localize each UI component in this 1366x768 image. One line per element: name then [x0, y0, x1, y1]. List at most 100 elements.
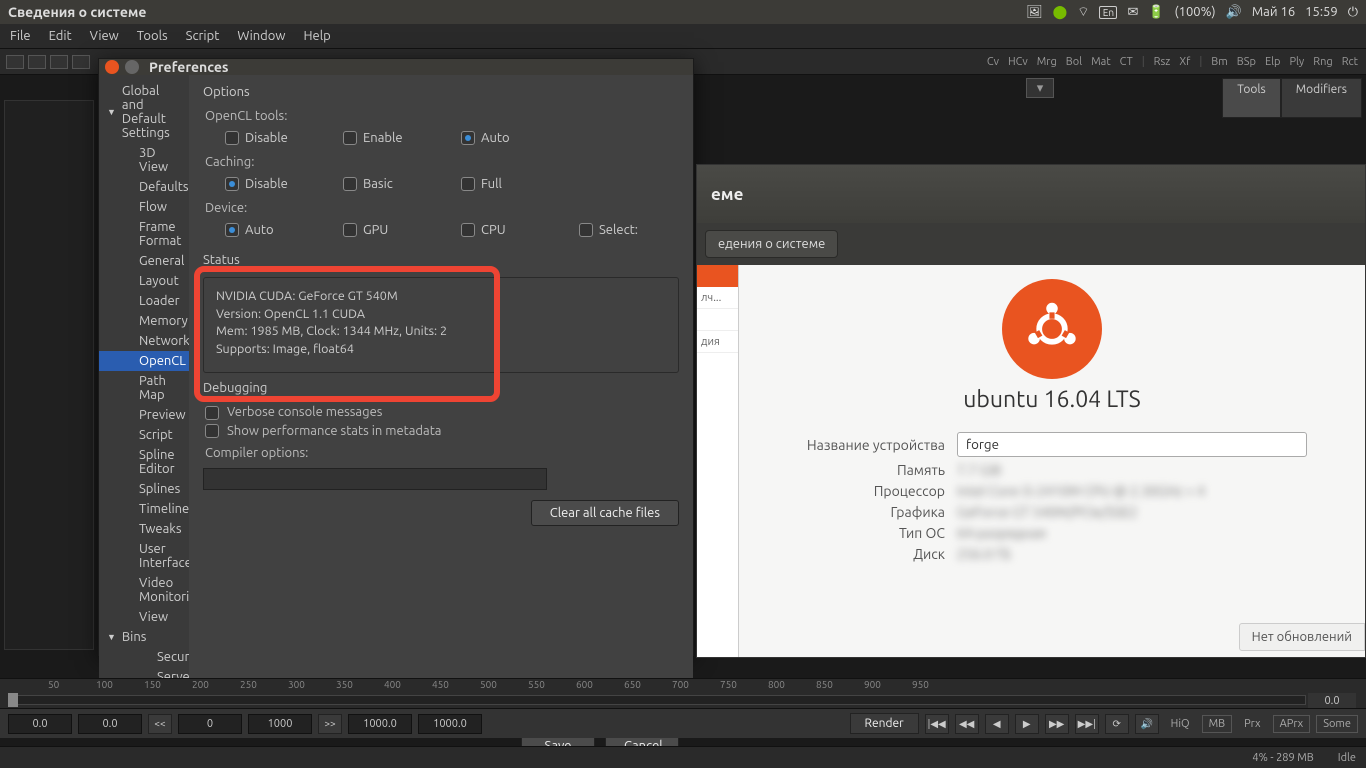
mail-icon[interactable]: ✉: [1127, 5, 1138, 20]
nav-item-view[interactable]: View: [99, 607, 189, 627]
nav-item-layout[interactable]: Layout: [99, 271, 189, 291]
aprx-toggle[interactable]: APrx: [1273, 715, 1311, 733]
volume-icon[interactable]: 🔊: [1226, 5, 1242, 20]
lang-indicator[interactable]: En: [1099, 6, 1117, 19]
hiq-toggle[interactable]: HiQ: [1165, 716, 1196, 732]
nav-item-path-map[interactable]: Path Map: [99, 371, 189, 405]
menu-help[interactable]: Help: [303, 29, 330, 43]
tool-tag[interactable]: Rsz: [1154, 56, 1171, 68]
loop-icon[interactable]: ⟳: [1105, 714, 1129, 734]
nav-item-splines[interactable]: Splines: [99, 479, 189, 499]
layout-icon[interactable]: [50, 55, 68, 69]
tool-tag[interactable]: Rng: [1313, 56, 1332, 68]
layout-icon[interactable]: [28, 55, 46, 69]
frame-field[interactable]: 0.0: [78, 714, 142, 734]
nav-item-network[interactable]: Network: [99, 331, 189, 351]
nav-item-spline-editor[interactable]: Spline Editor: [99, 445, 189, 479]
sysinfo-tab-button[interactable]: едения о системе: [705, 230, 838, 258]
nav-item-preview[interactable]: Preview: [99, 405, 189, 425]
opencl-radio[interactable]: [343, 131, 357, 145]
dropdown-icon[interactable]: ▾: [1026, 78, 1054, 98]
nav-item-loader[interactable]: Loader: [99, 291, 189, 311]
sidebar-row[interactable]: дия: [697, 331, 738, 353]
timeline-track[interactable]: [8, 695, 1306, 705]
sidebar-row[interactable]: [697, 309, 738, 331]
tool-tag[interactable]: Mat: [1091, 56, 1111, 68]
sidebar-row[interactable]: лч...: [697, 287, 738, 309]
range-start-button[interactable]: <<: [148, 714, 172, 734]
nav-item-opencl[interactable]: OpenCL: [99, 351, 189, 371]
menu-window[interactable]: Window: [237, 29, 285, 43]
layout-icon[interactable]: [6, 55, 24, 69]
audio-icon[interactable]: 🔊: [1135, 714, 1159, 734]
nav-item-timeline[interactable]: Timeline: [99, 499, 189, 519]
tab-modifiers[interactable]: Modifiers: [1281, 78, 1362, 118]
compiler-options-input[interactable]: [203, 468, 547, 490]
sidebar-selected[interactable]: [697, 265, 738, 287]
opencl-radio[interactable]: [225, 131, 239, 145]
clear-cache-button[interactable]: Clear all cache files: [531, 500, 679, 526]
tool-tag[interactable]: Ply: [1289, 56, 1304, 68]
play-back-icon[interactable]: ◀: [985, 714, 1009, 734]
range-end-button[interactable]: >>: [318, 714, 342, 734]
timeline[interactable]: 5010015020025030035040045050055060065070…: [0, 678, 1366, 708]
frame-field[interactable]: 1000: [248, 714, 312, 734]
nav-item-memory[interactable]: Memory: [99, 311, 189, 331]
layout-icon[interactable]: [72, 55, 90, 69]
frame-field[interactable]: 0.0: [8, 714, 72, 734]
tool-tag[interactable]: CT: [1120, 56, 1133, 68]
some-toggle[interactable]: Some: [1316, 715, 1358, 733]
prx-toggle[interactable]: Prx: [1238, 716, 1266, 732]
nav-item-tweaks[interactable]: Tweaks: [99, 519, 189, 539]
menu-script[interactable]: Script: [186, 29, 220, 43]
play-forward-icon[interactable]: ▶: [1015, 714, 1039, 734]
tool-tag[interactable]: Rct: [1342, 56, 1358, 68]
nav-item-security[interactable]: Security: [99, 647, 189, 667]
device-radio[interactable]: [343, 223, 357, 237]
device-radio[interactable]: [579, 223, 593, 237]
tool-tag[interactable]: Bm: [1211, 56, 1227, 68]
nav-item-script[interactable]: Script: [99, 425, 189, 445]
perfstats-checkbox[interactable]: [205, 424, 219, 438]
updates-button[interactable]: Нет обновлений: [1239, 623, 1365, 651]
step-back-icon[interactable]: ◀◀: [955, 714, 979, 734]
verbose-checkbox[interactable]: [205, 406, 219, 420]
tab-tools[interactable]: Tools: [1222, 78, 1281, 118]
nav-item-3d-view[interactable]: 3D View: [99, 143, 189, 177]
close-icon[interactable]: [105, 60, 119, 74]
menu-edit[interactable]: Edit: [49, 29, 72, 43]
menu-file[interactable]: File: [10, 29, 31, 43]
tool-tag[interactable]: BSp: [1237, 56, 1256, 68]
nav-item-general[interactable]: General: [99, 251, 189, 271]
frame-field[interactable]: 1000.0: [418, 714, 482, 734]
tool-tag[interactable]: Elp: [1265, 56, 1281, 68]
tool-tag[interactable]: Xf: [1179, 56, 1190, 68]
tool-tag[interactable]: HCv: [1008, 56, 1028, 68]
power-icon[interactable]: ⏻: [1348, 5, 1358, 20]
opencl-radio[interactable]: [461, 131, 475, 145]
mb-toggle[interactable]: MB: [1202, 715, 1233, 733]
nav-group[interactable]: ▼Bins: [99, 627, 189, 647]
caching-radio[interactable]: [225, 177, 239, 191]
caching-radio[interactable]: [343, 177, 357, 191]
hostname-input[interactable]: [957, 432, 1307, 457]
nav-item-user-interface[interactable]: User Interface: [99, 539, 189, 573]
menu-tools[interactable]: Tools: [137, 29, 168, 43]
frame-field[interactable]: 0: [178, 714, 242, 734]
render-button[interactable]: Render: [850, 713, 919, 734]
tool-tag[interactable]: Bol: [1066, 56, 1082, 68]
minimize-icon[interactable]: [125, 60, 139, 74]
device-radio[interactable]: [461, 223, 475, 237]
caching-radio[interactable]: [461, 177, 475, 191]
nav-item-frame-format[interactable]: Frame Format: [99, 217, 189, 251]
frame-field[interactable]: 1000.0: [348, 714, 412, 734]
device-radio[interactable]: [225, 223, 239, 237]
go-end-icon[interactable]: ▶▶|: [1075, 714, 1099, 734]
tool-tag[interactable]: Cv: [987, 56, 999, 68]
playhead[interactable]: [8, 693, 18, 707]
nav-item-defaults[interactable]: Defaults: [99, 177, 189, 197]
go-start-icon[interactable]: |◀◀: [925, 714, 949, 734]
nav-item-video-monitoring[interactable]: Video Monitoring: [99, 573, 189, 607]
nav-item-flow[interactable]: Flow: [99, 197, 189, 217]
tool-tag[interactable]: Mrg: [1037, 56, 1057, 68]
